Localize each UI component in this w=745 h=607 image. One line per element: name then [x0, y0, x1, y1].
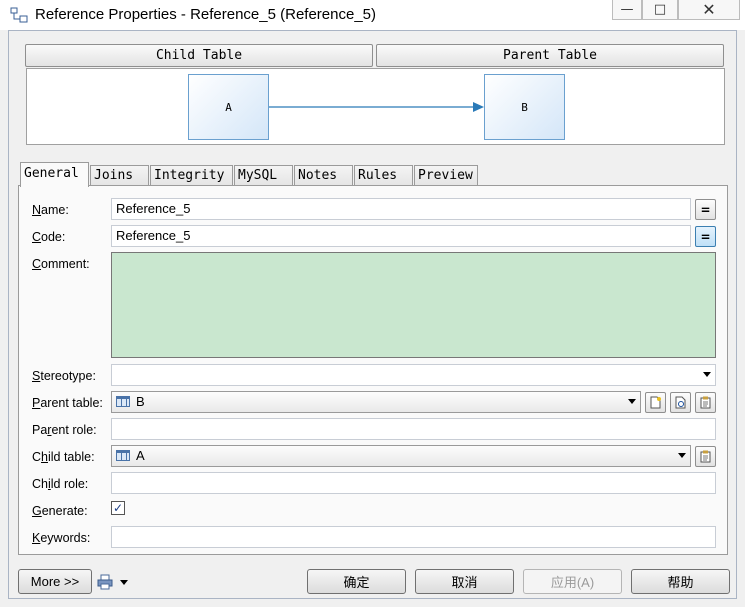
code-label: Code:: [32, 230, 66, 244]
child-role-label: Child role:: [32, 477, 89, 491]
parent-role-label: Parent role:: [32, 423, 97, 437]
parent-entity-box[interactable]: B: [484, 74, 565, 140]
generate-label: Generate:: [32, 504, 88, 518]
child-table-combo[interactable]: A: [111, 445, 691, 467]
tab-joins[interactable]: Joins: [90, 165, 149, 186]
parent-table-label: Parent table:: [32, 396, 103, 410]
tab-preview[interactable]: Preview: [414, 165, 478, 186]
ok-button[interactable]: 确定: [307, 569, 406, 594]
close-button[interactable]: ✕: [678, 0, 740, 20]
title-bar: Reference Properties - Reference_5 (Refe…: [0, 0, 745, 30]
reference-diagram-icon: [10, 7, 28, 23]
tab-mysql[interactable]: MySQL: [234, 165, 293, 186]
name-code-sync-button[interactable]: =: [695, 199, 716, 220]
name-field[interactable]: Reference_5: [111, 198, 691, 220]
chevron-down-icon[interactable]: [678, 453, 686, 458]
child-entity-box[interactable]: A: [188, 74, 269, 140]
tab-general[interactable]: General: [20, 162, 89, 187]
apply-button[interactable]: 应用(A): [523, 569, 622, 594]
code-sync-button[interactable]: =: [695, 226, 716, 247]
help-button[interactable]: 帮助: [631, 569, 730, 594]
table-icon: [116, 396, 130, 407]
table-icon: [116, 450, 130, 461]
new-object-button[interactable]: [645, 392, 666, 413]
tab-rules[interactable]: Rules: [354, 165, 413, 186]
chevron-down-icon[interactable]: [628, 399, 636, 404]
parent-table-value: B: [136, 394, 145, 409]
dialog-body: Child Table Parent Table A B General Joi…: [8, 30, 737, 599]
child-table-label: Child table:: [32, 450, 95, 464]
properties-icon: [700, 396, 711, 409]
reference-properties-window: Reference Properties - Reference_5 (Refe…: [0, 0, 745, 607]
browse-icon: [675, 396, 686, 409]
child-role-field[interactable]: [111, 472, 716, 494]
browse-object-button[interactable]: [670, 392, 691, 413]
maximize-button[interactable]: □: [642, 0, 678, 20]
new-object-icon: [650, 396, 661, 409]
parent-properties-button[interactable]: [695, 392, 716, 413]
cancel-button[interactable]: 取消: [415, 569, 514, 594]
stereotype-label: Stereotype:: [32, 369, 96, 383]
comment-label: Comment:: [32, 257, 90, 271]
tab-notes[interactable]: Notes: [294, 165, 353, 186]
child-properties-button[interactable]: [695, 446, 716, 467]
minimize-button[interactable]: —: [612, 0, 642, 20]
more-button[interactable]: More >>: [18, 569, 92, 594]
printer-icon[interactable]: [97, 574, 113, 590]
reference-diagram: A B: [26, 68, 725, 145]
parent-table-header-button[interactable]: Parent Table: [376, 44, 724, 67]
chevron-down-icon[interactable]: [703, 372, 711, 377]
reference-arrow: [269, 102, 484, 112]
stereotype-combo[interactable]: [111, 364, 716, 386]
window-title: Reference Properties - Reference_5 (Refe…: [35, 6, 377, 23]
parent-role-field[interactable]: [111, 418, 716, 440]
comment-textarea[interactable]: [111, 252, 716, 358]
child-table-value: A: [136, 448, 145, 463]
properties-icon: [700, 450, 711, 463]
code-field[interactable]: Reference_5: [111, 225, 691, 247]
tab-integrity[interactable]: Integrity: [150, 165, 233, 186]
name-label: Name:: [32, 203, 69, 217]
generate-checkbox[interactable]: ✓: [111, 501, 125, 515]
keywords-label: Keywords:: [32, 531, 91, 545]
keywords-field[interactable]: [111, 526, 716, 548]
child-table-header-button[interactable]: Child Table: [25, 44, 373, 67]
parent-table-combo[interactable]: B: [111, 391, 641, 413]
chevron-down-icon[interactable]: [120, 580, 128, 585]
